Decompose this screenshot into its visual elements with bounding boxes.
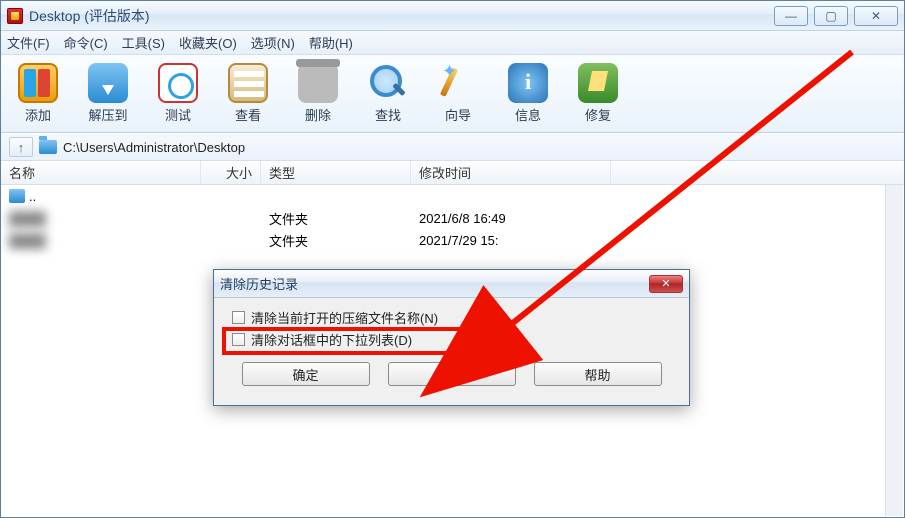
wizard-icon [438,63,478,103]
column-header: 名称 大小 类型 修改时间 [1,161,904,185]
path-input[interactable]: C:\Users\Administrator\Desktop [63,140,896,155]
vertical-scrollbar[interactable] [885,185,903,516]
col-size[interactable]: 大小 [201,161,261,184]
view-icon [228,63,268,103]
menu-favorites[interactable]: 收藏夹(O) [179,33,237,52]
extract-icon [88,63,128,103]
delete-button[interactable]: 删除 [289,63,347,124]
add-icon [18,63,58,103]
dialog-close-button[interactable]: ✕ [649,275,683,293]
checkbox-icon[interactable] [232,333,245,346]
col-name[interactable]: 名称 [1,161,201,184]
option-clear-filenames[interactable]: 清除当前打开的压缩文件名称(N) [232,306,671,328]
help-button[interactable]: 帮助 [534,362,662,386]
test-button[interactable]: 测试 [149,63,207,124]
close-button[interactable]: ✕ [854,6,898,26]
main-window: Desktop (评估版本) — ▢ ✕ 文件(F) 命令(C) 工具(S) 收… [0,0,905,518]
menu-command[interactable]: 命令(C) [64,33,108,52]
dialog-title: 清除历史记录 [220,274,298,293]
menu-file[interactable]: 文件(F) [7,33,50,52]
folder-up-icon [9,189,25,203]
repair-icon [578,63,618,103]
list-item-up[interactable]: .. [1,185,904,207]
view-button[interactable]: 查看 [219,63,277,124]
maximize-button[interactable]: ▢ [814,6,848,26]
find-icon [368,63,408,103]
menu-tools[interactable]: 工具(S) [122,33,165,52]
toolbar: 添加 解压到 测试 查看 删除 查找 向导 信息 修复 [1,55,904,133]
cancel-button[interactable]: 取消 [388,362,516,386]
repair-button[interactable]: 修复 [569,63,627,124]
list-item[interactable]: ████ 文件夹 2021/6/8 16:49 [1,207,904,229]
minimize-button[interactable]: — [774,6,808,26]
delete-icon [298,63,338,103]
menubar: 文件(F) 命令(C) 工具(S) 收藏夹(O) 选项(N) 帮助(H) [1,31,904,55]
window-title: Desktop (评估版本) [29,6,150,26]
info-icon [508,63,548,103]
menu-options[interactable]: 选项(N) [251,33,295,52]
folder-icon [39,140,57,154]
titlebar[interactable]: Desktop (评估版本) — ▢ ✕ [1,1,904,31]
list-item[interactable]: ████ 文件夹 2021/7/29 15: [1,229,904,251]
col-date[interactable]: 修改时间 [411,161,611,184]
checkbox-icon[interactable] [232,311,245,324]
up-button[interactable]: ↑ [9,137,33,157]
menu-help[interactable]: 帮助(H) [309,33,353,52]
wizard-button[interactable]: 向导 [429,63,487,124]
test-icon [158,63,198,103]
info-button[interactable]: 信息 [499,63,557,124]
ok-button[interactable]: 确定 [242,362,370,386]
clear-history-dialog: 清除历史记录 ✕ 清除当前打开的压缩文件名称(N) 清除对话框中的下拉列表(D)… [213,269,690,406]
dialog-titlebar[interactable]: 清除历史记录 ✕ [214,270,689,298]
pathbar: ↑ C:\Users\Administrator\Desktop [1,133,904,161]
find-button[interactable]: 查找 [359,63,417,124]
app-icon [7,8,23,24]
add-button[interactable]: 添加 [9,63,67,124]
col-type[interactable]: 类型 [261,161,411,184]
extract-button[interactable]: 解压到 [79,63,137,124]
option-clear-dropdown[interactable]: 清除对话框中的下拉列表(D) [232,328,671,350]
